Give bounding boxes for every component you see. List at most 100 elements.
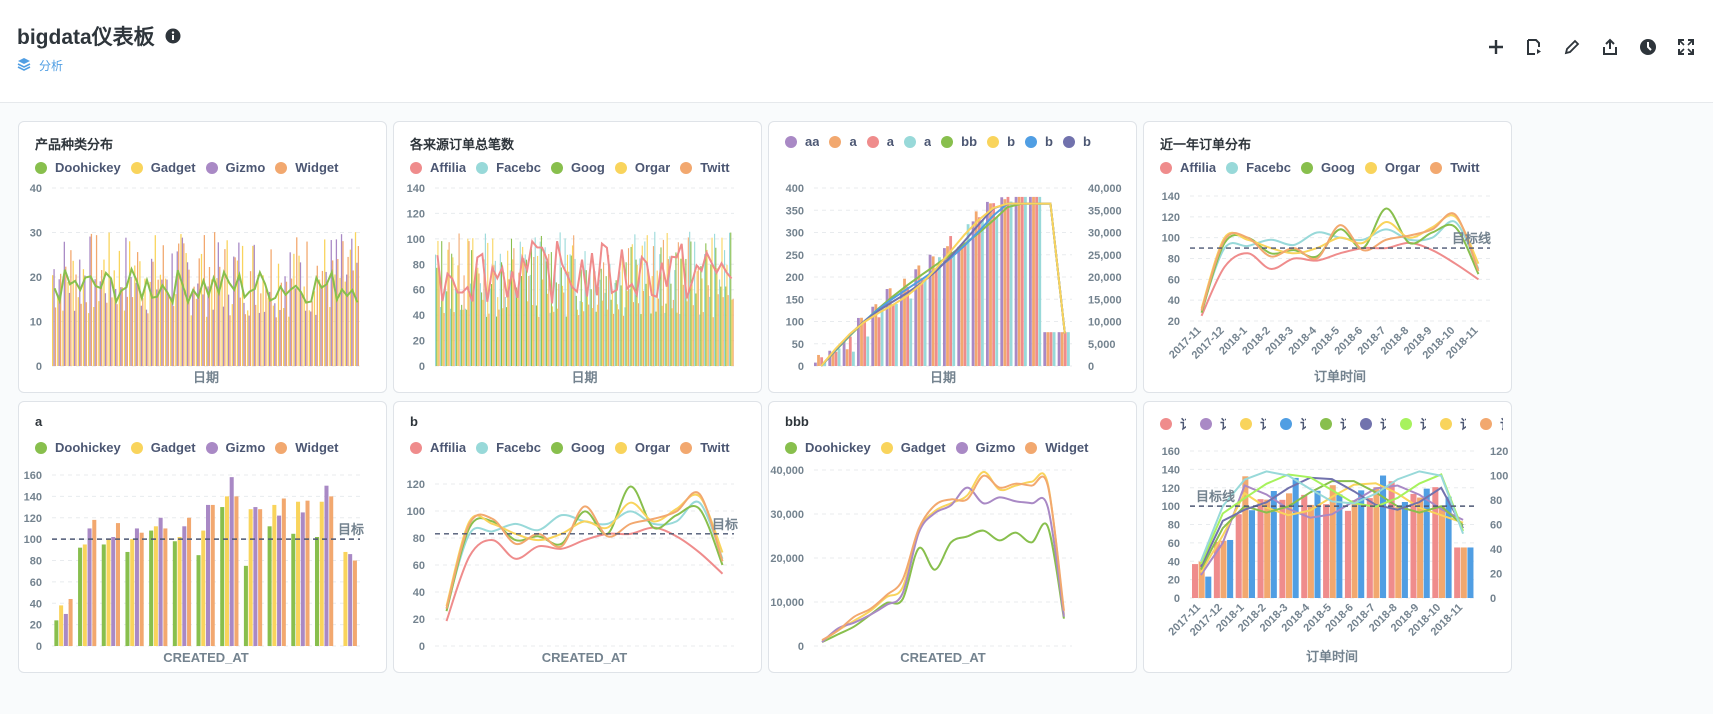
bar[interactable] [291,533,296,646]
bar[interactable] [1067,332,1070,366]
bar[interactable] [616,304,618,366]
bar[interactable] [206,504,211,646]
bar[interactable] [687,237,689,366]
bar[interactable] [153,526,158,646]
bar[interactable] [222,306,225,366]
bar[interactable] [695,293,697,366]
bar[interactable] [601,300,603,366]
bar[interactable] [527,301,529,366]
bar[interactable] [299,262,302,366]
bar[interactable] [963,242,967,366]
bar[interactable] [726,264,728,366]
bar[interactable] [72,260,74,366]
bar[interactable] [115,523,120,646]
bar[interactable] [330,240,332,366]
bar[interactable] [352,560,357,647]
bar[interactable] [837,348,841,366]
bar[interactable] [611,291,613,366]
bar[interactable] [343,551,348,646]
bar[interactable] [1401,502,1408,598]
bar[interactable] [352,270,354,366]
bar[interactable] [258,509,263,646]
bar[interactable] [1000,197,1004,366]
bar[interactable] [666,232,668,366]
bar[interactable] [326,281,329,366]
bar[interactable] [234,496,239,646]
bar[interactable] [439,307,442,366]
bar[interactable] [537,255,539,366]
bar[interactable] [356,262,358,366]
bar[interactable] [928,254,932,366]
bar[interactable] [492,238,494,366]
bar[interactable] [1380,475,1387,598]
bar[interactable] [267,297,269,366]
bar[interactable] [172,541,177,646]
bar[interactable] [270,249,272,366]
bar[interactable] [238,242,240,366]
bar[interactable] [1270,491,1277,598]
bar[interactable] [534,237,536,366]
bar[interactable] [220,507,225,646]
bar[interactable] [108,232,110,366]
bar[interactable] [704,254,706,366]
bar[interactable] [337,259,339,366]
bar[interactable] [552,306,554,366]
bar[interactable] [206,316,208,366]
bar[interactable] [263,311,266,366]
bar[interactable] [162,245,164,366]
bar[interactable] [269,291,271,366]
bar[interactable] [243,302,245,366]
bar[interactable] [1366,498,1373,598]
bar[interactable] [1006,196,1010,366]
bar[interactable] [324,239,326,366]
bar[interactable] [1257,499,1264,598]
bar[interactable] [241,245,244,366]
bar[interactable] [981,219,984,366]
bar[interactable] [722,297,724,366]
bar[interactable] [635,259,637,366]
bar[interactable] [82,544,87,646]
bar[interactable] [589,269,591,366]
bar[interactable] [496,316,498,366]
bar[interactable] [178,243,180,366]
bar[interactable] [662,239,664,366]
bar[interactable] [524,254,526,366]
series-line[interactable] [821,522,1065,643]
bar[interactable] [324,485,329,646]
bar[interactable] [466,309,468,366]
bar[interactable] [111,536,116,646]
bar[interactable] [167,294,170,366]
bar[interactable] [714,233,716,366]
bar[interactable] [449,308,452,366]
bar[interactable] [195,298,198,366]
bar[interactable] [570,255,572,366]
bar[interactable] [142,298,144,366]
bar[interactable] [600,268,602,366]
bar[interactable] [1014,196,1018,366]
bar[interactable] [217,242,219,366]
bar[interactable] [498,309,500,366]
bar[interactable] [637,303,640,366]
bar[interactable] [190,315,192,366]
bar[interactable] [1009,201,1013,366]
bar[interactable] [677,242,679,366]
bar[interactable] [845,349,849,366]
bar[interactable] [895,303,898,366]
bar[interactable] [517,290,519,366]
bar[interactable] [971,221,975,366]
bar[interactable] [1292,477,1299,598]
bar[interactable] [79,259,81,366]
bar[interactable] [75,274,77,366]
bar[interactable] [702,312,704,366]
bar[interactable] [479,283,481,366]
bar[interactable] [1038,196,1042,366]
bar[interactable] [125,551,130,646]
bar[interactable] [462,309,464,366]
bar[interactable] [461,304,463,366]
bar[interactable] [701,278,703,366]
bar[interactable] [468,241,470,366]
bar[interactable] [247,310,249,366]
bar[interactable] [459,309,461,366]
bar[interactable] [727,295,729,366]
bar[interactable] [699,314,701,366]
